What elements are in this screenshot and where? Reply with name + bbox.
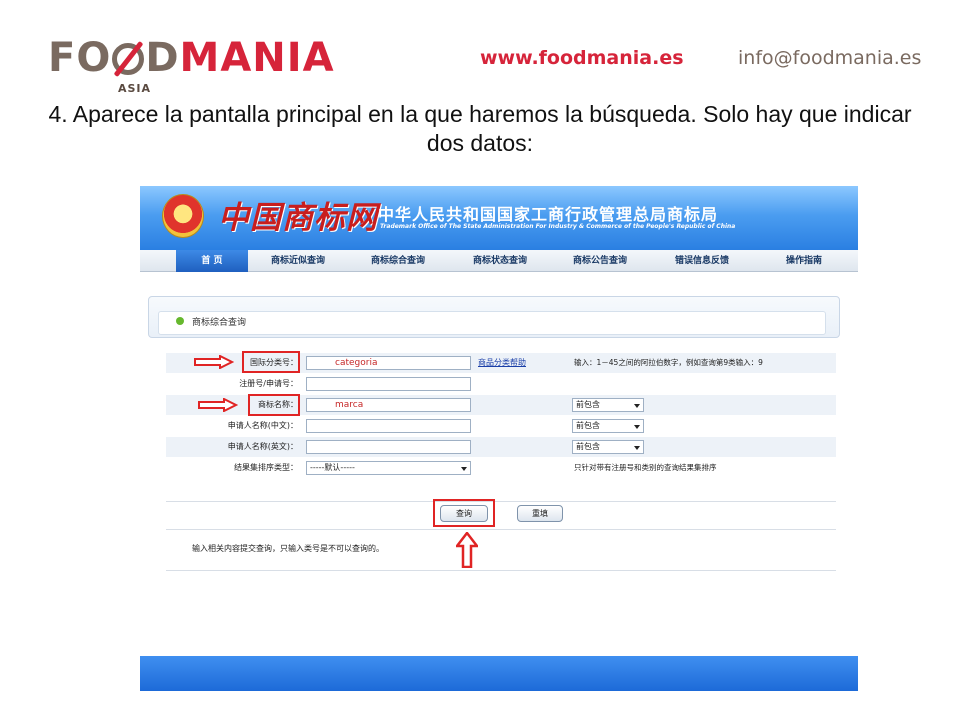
applicant-cn-input[interactable] (306, 419, 471, 433)
form-separator-bottom (166, 570, 836, 571)
regno-row: 注册号/申请号： (166, 374, 836, 394)
logo-wordmark: FO DMANIA (48, 36, 335, 80)
logo-mania-part: MANIA (179, 35, 335, 81)
form-separator-mid (166, 529, 836, 530)
nav-similar-search[interactable]: 商标近似查询 (260, 250, 336, 272)
logo-subtitle: ASIA (118, 82, 152, 95)
reset-button[interactable]: 重填 (517, 505, 563, 522)
website-url: www.foodmania.es (480, 47, 684, 69)
slide-caption: 4. Aparece la pantalla principal en la q… (48, 101, 912, 156)
class-arrow-icon (194, 355, 234, 369)
site-brand: 中国商标网 (218, 200, 378, 236)
name-arrow-icon (198, 398, 238, 412)
search-panel-title: 商标综合查询 (192, 318, 247, 328)
national-emblem-icon (162, 194, 204, 238)
nav-guide[interactable]: 操作指南 (774, 250, 834, 272)
class-help-link[interactable]: 商品分类帮助 (478, 357, 526, 368)
search-panel-title-box (158, 311, 826, 335)
nav-gazette-search[interactable]: 商标公告查询 (562, 250, 638, 272)
office-name-cn: 中华人民共和国国家工商行政管理总局商标局 (378, 205, 719, 224)
green-bullet-icon (176, 317, 184, 325)
applicant-en-label: 申请人名称(英文)： (227, 442, 298, 451)
logo-d-part: D (145, 35, 180, 81)
search-up-arrow-icon (456, 532, 478, 568)
site-footer-bar (140, 656, 858, 691)
applicant-en-input[interactable] (306, 440, 471, 454)
main-nav: 首 页 商标近似查询 商标综合查询 商标状态查询 商标公告查询 错误信息反馈 操… (140, 250, 858, 272)
trademark-site-screenshot: 中国商标网 中华人民共和国国家工商行政管理总局商标局 Trademark Off… (140, 186, 858, 691)
form-separator-top (166, 501, 836, 502)
name-label-highlight (248, 394, 300, 416)
site-banner: 中国商标网 中华人民共和国国家工商行政管理总局商标局 Trademark Off… (140, 186, 858, 250)
class-input[interactable]: categoria (306, 356, 471, 370)
class-hint: 输入：1－45之间的阿拉伯数字，例如查询第9类输入：9 (574, 358, 763, 367)
sort-hint: 只针对带有注册号和类别的查询结果集排序 (574, 463, 717, 472)
search-note: 输入相关内容提交查询，只输入类号是不可以查询的。 (192, 544, 384, 553)
name-input[interactable]: marca (306, 398, 471, 412)
class-label-highlight (242, 351, 300, 373)
logo-o-fork-icon (112, 43, 145, 75)
contact-email: info@foodmania.es (738, 47, 922, 69)
sort-select[interactable]: -----默认----- (306, 461, 471, 475)
nav-combined-search[interactable]: 商标综合查询 (360, 250, 436, 272)
applicant-cn-label: 申请人名称(中文)： (227, 421, 298, 430)
applicant-en-row: 申请人名称(英文)： 前包含 (166, 437, 836, 457)
nav-error-feedback[interactable]: 错误信息反馈 (664, 250, 740, 272)
sort-label: 结果集排序类型： (234, 463, 298, 472)
logo-food-part: FO (48, 35, 112, 81)
name-match-select[interactable]: 前包含 (572, 398, 644, 412)
nav-home[interactable]: 首 页 (176, 250, 248, 272)
search-button[interactable]: 查询 (440, 505, 488, 522)
regno-input[interactable] (306, 377, 471, 391)
office-name-en: Trademark Office of The State Administra… (380, 223, 736, 230)
foodmania-logo: FO DMANIA ASIA (48, 36, 348, 96)
applicant-cn-match-select[interactable]: 前包含 (572, 419, 644, 433)
regno-label: 注册号/申请号： (239, 379, 298, 388)
applicant-cn-row: 申请人名称(中文)： 前包含 (166, 416, 836, 436)
sort-row: 结果集排序类型： -----默认----- 只针对带有注册号和类别的查询结果集排… (166, 458, 836, 478)
nav-status-search[interactable]: 商标状态查询 (462, 250, 538, 272)
applicant-en-match-select[interactable]: 前包含 (572, 440, 644, 454)
